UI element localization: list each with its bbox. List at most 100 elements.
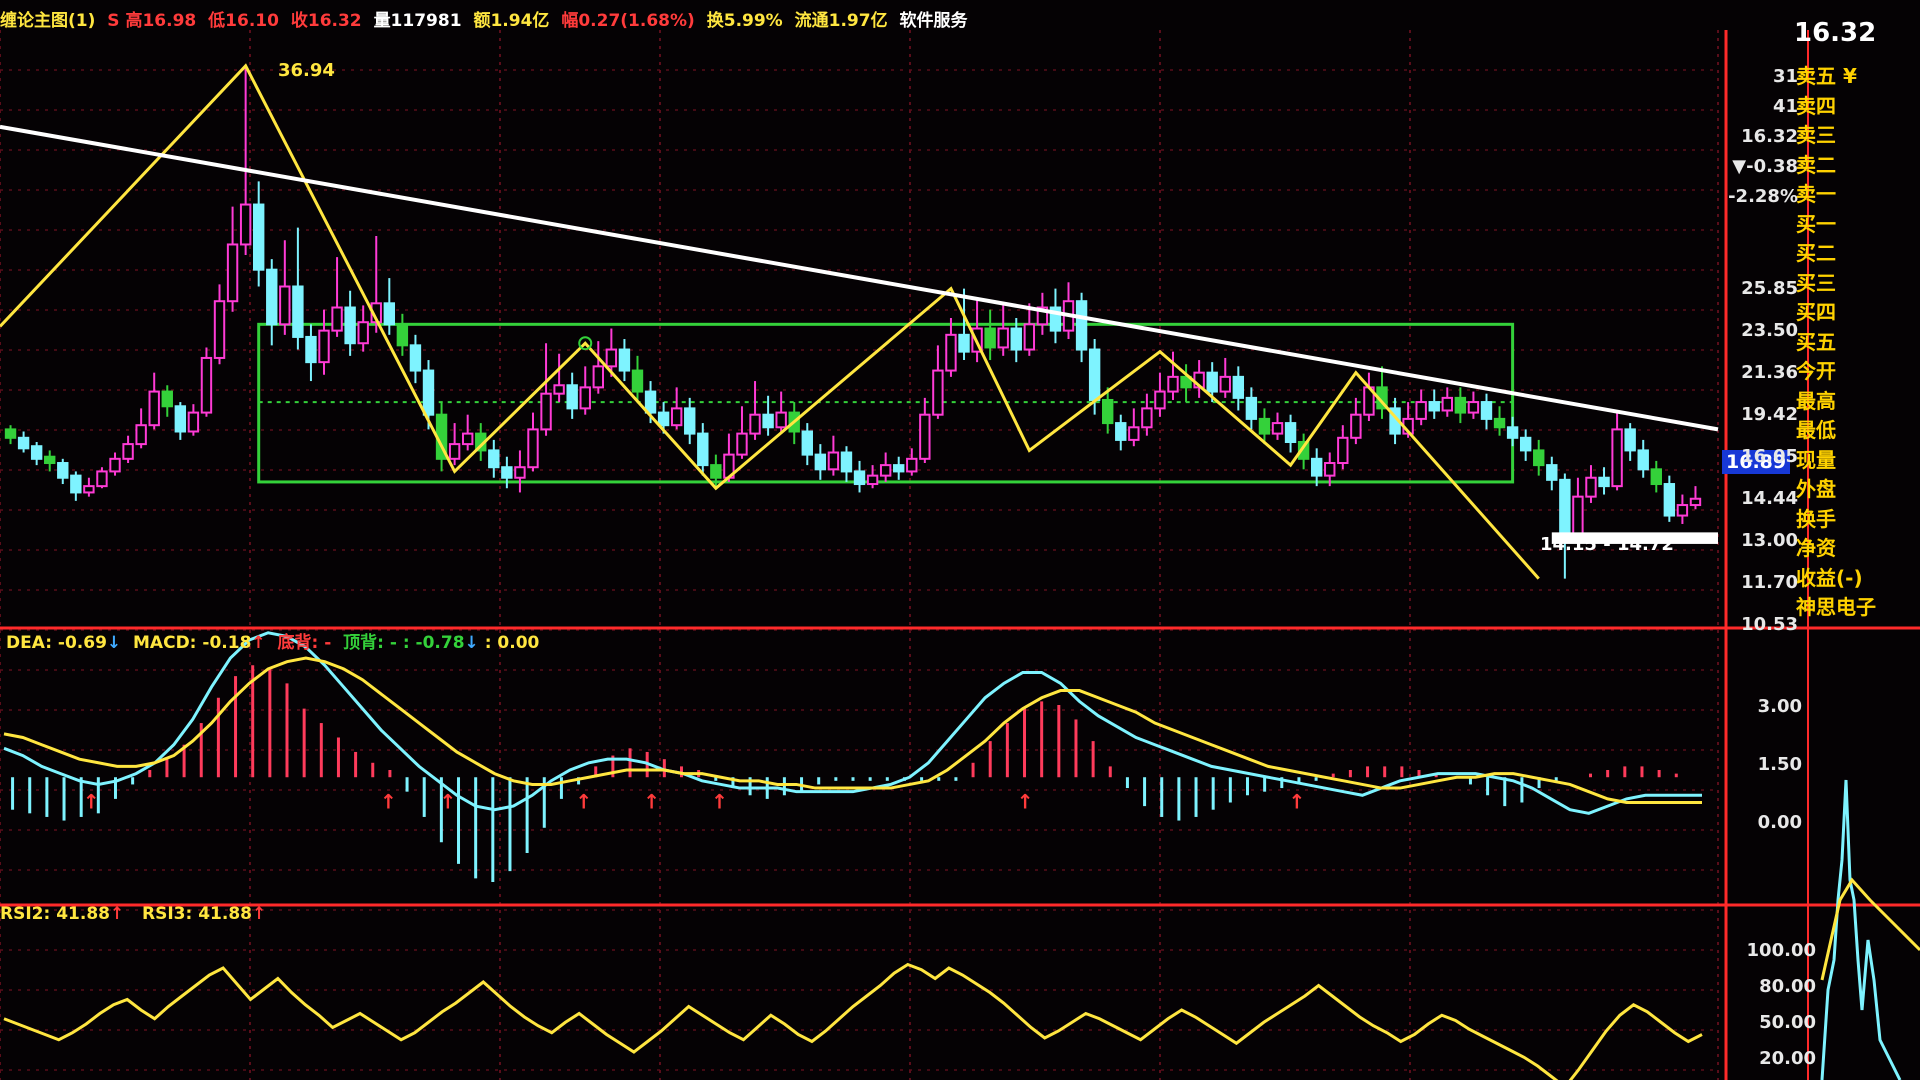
scale-label: 23.50: [1741, 320, 1798, 341]
low-price: 低16.10: [208, 11, 279, 31]
candle-body: [461, 432, 474, 446]
scale-label: 25.85: [1741, 278, 1798, 299]
candle-body: [1441, 396, 1454, 412]
candle-body: [592, 365, 605, 389]
scale-label: -2.28%: [1728, 186, 1798, 207]
quote-item[interactable]: 今开: [1796, 355, 1836, 384]
candle-body: [1101, 398, 1114, 425]
candle-body: [618, 348, 631, 372]
candle-body: [1663, 483, 1676, 517]
candle-body: [1258, 417, 1271, 435]
candle-body: [644, 390, 657, 414]
quote-item[interactable]: 买三: [1796, 267, 1836, 296]
candle-body: [710, 464, 722, 479]
candle-body: [1624, 428, 1636, 452]
candle-body: [1206, 371, 1218, 393]
candle-body: [1585, 476, 1597, 498]
scale-label: 41: [1772, 96, 1798, 117]
candle-body: [1572, 495, 1584, 536]
quote-item[interactable]: 最高: [1796, 385, 1836, 414]
scale-label: 31: [1772, 66, 1798, 87]
candle-body: [814, 453, 827, 471]
candle-body: [1519, 436, 1532, 452]
candle-body: [1310, 457, 1323, 477]
candle-body: [1141, 407, 1153, 429]
quote-item[interactable]: 卖五 ¥: [1796, 60, 1857, 89]
candle-body: [148, 390, 160, 427]
candle-body: [866, 474, 879, 486]
candle-body: [200, 356, 213, 414]
candle-body: [331, 306, 343, 332]
volume: 量117981: [373, 11, 462, 31]
quote-item[interactable]: 买二: [1796, 237, 1836, 266]
candle-body: [1115, 422, 1127, 441]
quote-item[interactable]: 最低: [1796, 414, 1836, 443]
dea-value: DEA: -0.69: [6, 633, 107, 653]
candle-body: [1232, 375, 1245, 399]
quote-item[interactable]: 买五: [1796, 326, 1836, 355]
candle-body: [749, 413, 761, 435]
candle-body: [187, 411, 200, 433]
candle-body: [684, 407, 696, 435]
candle-body: [540, 392, 552, 431]
last-price: 16.32: [1794, 18, 1877, 48]
scale-label: ▼-0.38: [1732, 156, 1798, 177]
quote-item[interactable]: 换手: [1796, 503, 1836, 532]
candle-body: [357, 321, 369, 345]
candle-body: [318, 329, 330, 364]
scale-label: 16.32: [1741, 126, 1798, 147]
candle-body: [1271, 422, 1284, 435]
candle-body: [840, 451, 853, 473]
scale-label: 10.53: [1741, 614, 1798, 635]
buy-arrow-icon: ↑: [711, 790, 728, 814]
range-label: 14.15 - 14.72: [1540, 534, 1674, 555]
quote-item[interactable]: 买一: [1796, 208, 1836, 237]
quote-item[interactable]: 净资: [1796, 532, 1836, 561]
candle-body: [409, 344, 422, 372]
candle-body: [984, 327, 996, 349]
candle-body: [605, 348, 618, 368]
candle-body: [1480, 401, 1493, 420]
candle-body: [762, 413, 774, 429]
candle-body: [853, 470, 866, 486]
candle-body: [801, 430, 813, 456]
candle-body: [1689, 497, 1702, 507]
candle-body: [344, 306, 356, 345]
rsi-labels: RSI2: 41.88↑ RSI3: 41.88↑: [0, 904, 267, 924]
candle-body: [226, 243, 239, 303]
candle-body: [1245, 396, 1258, 420]
change: 幅0.27(1.68%): [561, 11, 695, 31]
candle-body: [57, 462, 69, 479]
candle-body: [396, 323, 409, 347]
peak-label: 36.94: [278, 60, 335, 81]
candle-body: [383, 302, 396, 326]
macd-extra: : 0.00: [484, 633, 540, 653]
candle-body: [697, 432, 709, 467]
quote-item[interactable]: 买四: [1796, 296, 1836, 325]
quote-item[interactable]: 现量: [1796, 444, 1836, 473]
quote-item[interactable]: 卖四: [1796, 90, 1836, 119]
candle-body: [736, 432, 748, 456]
quote-item[interactable]: 卖二: [1796, 149, 1836, 178]
amount: 额1.94亿: [473, 11, 550, 31]
quote-item[interactable]: 卖三: [1796, 119, 1836, 148]
candle-body: [1637, 449, 1649, 471]
buy-arrow-icon: ↑: [380, 790, 397, 814]
candle-body: [292, 285, 304, 338]
candle-body: [579, 386, 591, 410]
candle-body: [161, 390, 173, 408]
open-price: S 高16.98: [107, 11, 197, 31]
candle-body: [305, 335, 317, 364]
quote-item[interactable]: 外盘: [1796, 473, 1836, 502]
candle-body: [1128, 426, 1140, 441]
quote-item[interactable]: 神思电子: [1796, 591, 1876, 620]
candle-body: [1493, 417, 1506, 429]
candle-body: [17, 436, 30, 450]
quote-item[interactable]: 收益(-): [1796, 562, 1863, 591]
macd-value: MACD: -0.18: [133, 633, 252, 653]
quote-item[interactable]: 卖一: [1796, 178, 1836, 207]
chart-title[interactable]: 缠论主图(1): [0, 11, 95, 31]
scale-label: 1.50: [1757, 754, 1802, 775]
bottom-divergence: 底背: -: [277, 633, 332, 653]
candle-body: [239, 203, 252, 246]
